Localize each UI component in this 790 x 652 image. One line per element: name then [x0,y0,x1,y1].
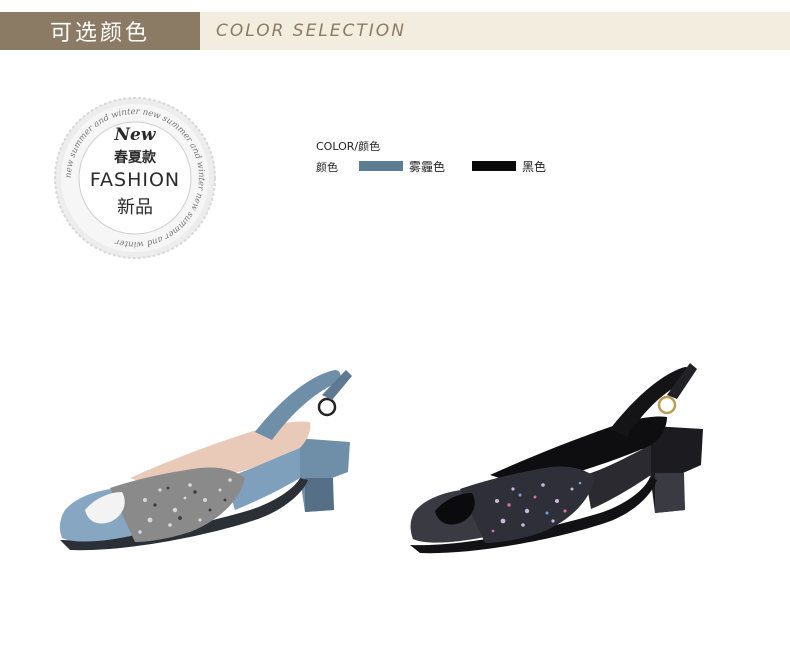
color-label: 颜色 [316,161,338,174]
color-swatch-black[interactable] [472,161,516,171]
color-name-haze: 雾霾色 [409,160,446,174]
color-name-black: 黑色 [522,160,547,174]
section-header: 可选颜色 COLOR SELECTION [0,12,790,50]
color-options-row: 颜色 雾霾色 黑色 [316,158,616,174]
header-title-cn: 可选颜色 [0,12,200,50]
badge-fashion-label: FASHION [89,169,181,191]
badge-new-product-label: 新品 [117,197,153,218]
shoe-image-black[interactable] [405,355,725,570]
color-options-title: COLOR/颜色 [316,140,381,153]
badge-season-label: 春夏款 [114,150,156,166]
shoe-image-haze[interactable] [50,360,370,570]
header-title-en: COLOR SELECTION [200,12,790,50]
badge-new-label: New [114,125,156,145]
color-swatch-haze[interactable] [359,161,403,171]
new-fashion-badge: new summer and winter new summer and win… [52,95,218,261]
